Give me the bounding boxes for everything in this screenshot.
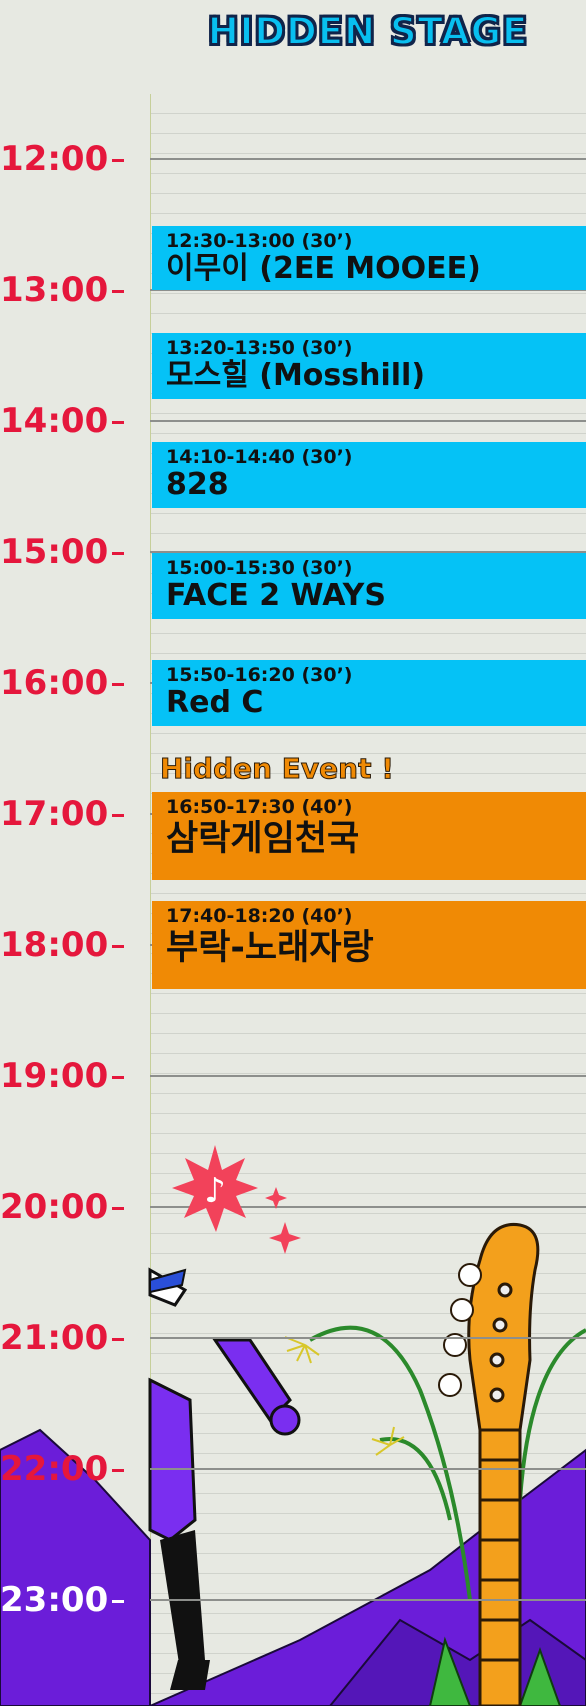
slot-time: 12:30-13:00 (30’) <box>166 230 353 252</box>
schedule-slot: 14:10-14:40 (30’) 828 <box>152 442 586 508</box>
svg-text:♪: ♪ <box>204 1171 226 1211</box>
hour-label: 15:00 <box>0 532 150 572</box>
slot-time: 14:10-14:40 (30’) <box>166 446 353 468</box>
hour-label-text: 23:00 <box>0 1580 109 1620</box>
schedule-slot: 13:20-13:50 (30’) 모스힐 (Mosshill) <box>152 333 586 399</box>
hour-line <box>150 1075 586 1077</box>
hour-label: 16:00 <box>0 663 150 703</box>
hour-label-text: 17:00 <box>0 794 109 834</box>
hour-line <box>150 1599 586 1601</box>
hour-label-text: 16:00 <box>0 663 109 703</box>
schedule-slot: 16:50-17:30 (40’) 삼락게임천국 <box>152 792 586 880</box>
hour-label: 14:00 <box>0 401 150 441</box>
hour-label-text: 12:00 <box>0 139 109 179</box>
hour-line <box>150 158 586 160</box>
runner-illustration <box>148 1267 301 1690</box>
hour-label-text: 14:00 <box>0 401 109 441</box>
hour-label-text: 22:00 <box>0 1449 109 1489</box>
stage-title: HIDDEN STAGE <box>207 9 529 54</box>
slot-name: 부락-노래자랑 <box>166 928 374 968</box>
slot-name: 모스힐 (Mosshill) <box>166 358 426 393</box>
schedule-slot: 15:50-16:20 (30’) Red C <box>152 660 586 726</box>
schedule-slot: 17:40-18:20 (40’) 부락-노래자랑 <box>152 901 586 989</box>
hour-label: 18:00 <box>0 925 150 965</box>
hour-line <box>150 1337 586 1339</box>
slot-name: 삼락게임천국 <box>166 819 360 859</box>
hour-label: 22:00 <box>0 1449 150 1489</box>
hour-label: 13:00 <box>0 270 150 310</box>
hour-line <box>150 1468 586 1470</box>
slot-time: 17:40-18:20 (40’) <box>166 905 353 927</box>
schedule-slot: 12:30-13:00 (30’) 이무이 (2EE MOOEE) <box>152 226 586 290</box>
hour-label: 12:00 <box>0 139 150 179</box>
slot-name: 828 <box>166 467 229 502</box>
sparkle-icon <box>265 1187 301 1254</box>
music-note-burst-icon: ♪ <box>172 1145 258 1232</box>
slot-time: 13:20-13:50 (30’) <box>166 337 353 359</box>
slot-name: FACE 2 WAYS <box>166 578 386 613</box>
hour-label-text: 18:00 <box>0 925 109 965</box>
hour-label-text: 15:00 <box>0 532 109 572</box>
slot-name: 이무이 (2EE MOOEE) <box>166 251 481 286</box>
hour-label: 23:00 <box>0 1580 150 1620</box>
hour-label-text: 21:00 <box>0 1318 109 1358</box>
slot-time: 16:50-17:30 (40’) <box>166 796 353 818</box>
hour-label-text: 13:00 <box>0 270 109 310</box>
hour-label: 21:00 <box>0 1318 150 1358</box>
hour-label-text: 19:00 <box>0 1056 109 1096</box>
slot-time: 15:50-16:20 (30’) <box>166 664 353 686</box>
hour-label: 19:00 <box>0 1056 150 1096</box>
hour-line <box>150 420 586 422</box>
slot-name: Red C <box>166 685 264 720</box>
slot-time: 15:00-15:30 (30’) <box>166 557 353 579</box>
hidden-event-label: Hidden Event ! <box>160 752 395 786</box>
schedule-slot: 15:00-15:30 (30’) FACE 2 WAYS <box>152 553 586 619</box>
hour-label: 17:00 <box>0 794 150 834</box>
